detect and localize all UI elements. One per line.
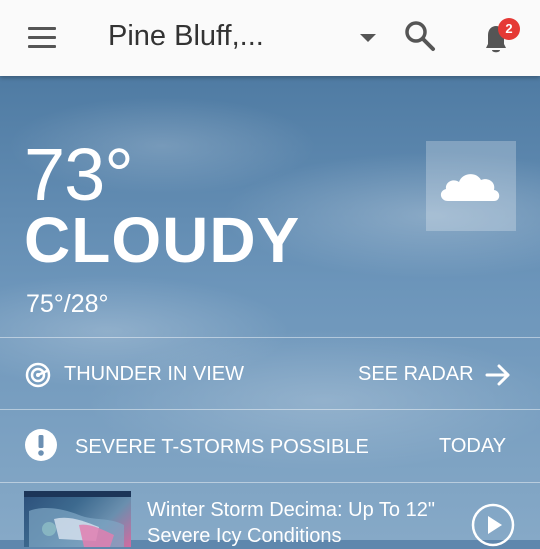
menu-bar xyxy=(28,45,56,48)
search-icon[interactable] xyxy=(402,18,438,54)
alert-icon xyxy=(25,429,57,461)
menu-bar xyxy=(28,27,56,30)
forecast-map-image xyxy=(24,491,131,547)
radar-status-label: THUNDER IN VIEW xyxy=(64,363,244,385)
location-title[interactable]: Pine Bluff,... xyxy=(108,16,264,56)
alert-label: SEVERE T-STORMS POSSIBLE xyxy=(75,436,369,458)
current-condition: CLOUDY xyxy=(24,204,301,276)
condition-icon-box xyxy=(426,141,516,231)
top-app-bar: Pine Bluff,... 2 xyxy=(0,0,540,76)
play-icon[interactable] xyxy=(471,503,515,547)
news-headline[interactable]: Winter Storm Decima: Up To 12" Severe Ic… xyxy=(147,497,447,549)
menu-bar xyxy=(28,36,56,39)
see-radar-link[interactable]: SEE RADAR xyxy=(358,358,474,390)
cloud-icon xyxy=(440,174,500,201)
news-card[interactable]: Winter Storm Decima: Up To 12" Severe Ic… xyxy=(0,482,540,547)
radar-icon xyxy=(25,362,51,388)
radar-row[interactable]: THUNDER IN VIEW SEE RADAR xyxy=(0,337,540,410)
high-low-temperature: 75°/28° xyxy=(26,290,109,318)
arrow-right-icon[interactable] xyxy=(484,361,512,389)
alert-time: TODAY xyxy=(439,435,507,457)
notification-badge: 2 xyxy=(498,18,520,40)
video-thumbnail[interactable] xyxy=(24,491,131,547)
current-temperature: 73° xyxy=(24,133,134,216)
menu-icon[interactable] xyxy=(22,22,62,54)
alert-row[interactable]: SEVERE T-STORMS POSSIBLE TODAY xyxy=(0,409,540,482)
chevron-down-icon[interactable] xyxy=(356,26,380,50)
notifications-button[interactable]: 2 xyxy=(478,18,522,58)
